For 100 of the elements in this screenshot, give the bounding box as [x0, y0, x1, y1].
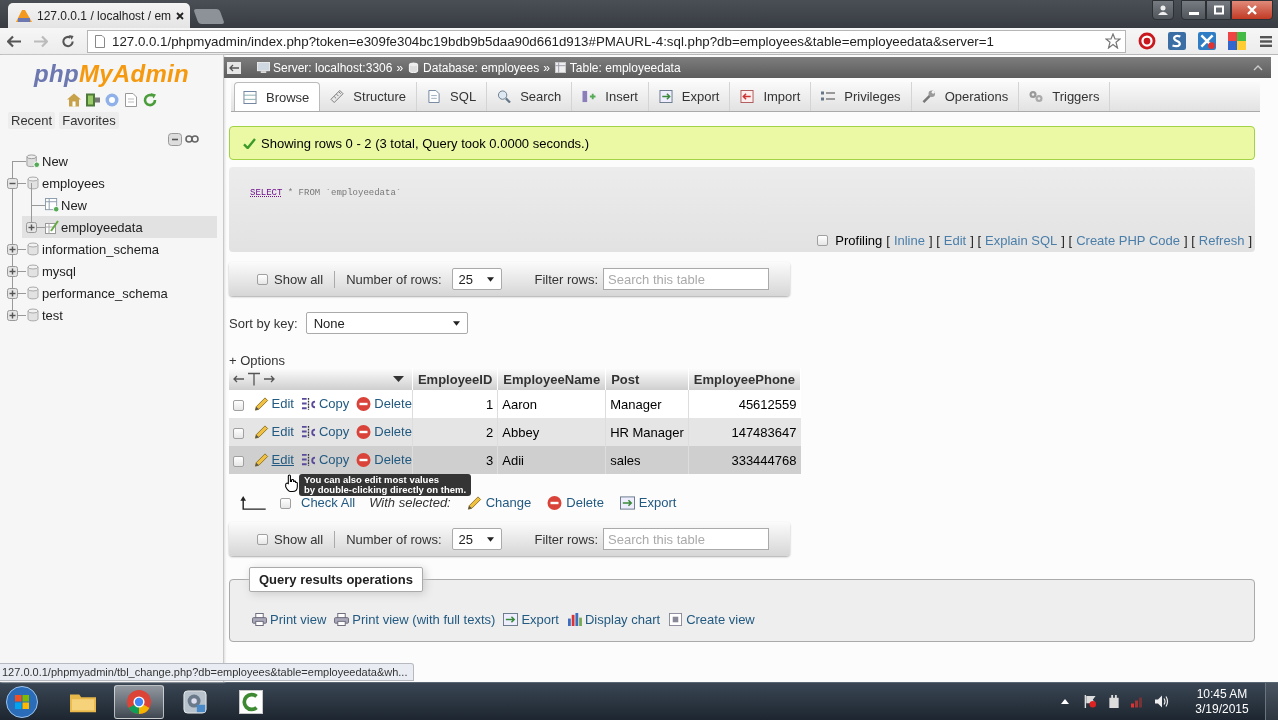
- edit-link[interactable]: Edit: [253, 453, 294, 467]
- arrow-left-icon[interactable]: [227, 61, 241, 74]
- column-move-icon[interactable]: [233, 372, 275, 386]
- edit-link[interactable]: Edit: [253, 397, 294, 411]
- plus-toggle-icon[interactable]: [26, 221, 37, 233]
- tab[interactable]: SQL: [419, 82, 488, 111]
- delete-link[interactable]: Delete: [547, 496, 604, 510]
- show-desktop-button[interactable]: [1265, 683, 1278, 720]
- print-view-link[interactable]: Print view: [252, 612, 327, 627]
- rows-select[interactable]: 25: [451, 268, 502, 290]
- close-window-button[interactable]: [1231, 0, 1273, 20]
- column-header[interactable]: EmployeeName: [497, 368, 606, 390]
- edit-link[interactable]: Edit: [253, 425, 294, 439]
- tab[interactable]: Browse: [234, 82, 321, 111]
- tree-item[interactable]: employees: [0, 172, 223, 194]
- create-view-link[interactable]: Create view: [668, 612, 755, 627]
- tree-item[interactable]: information_schema: [0, 238, 223, 260]
- ring-extension-icon[interactable]: [1138, 32, 1156, 50]
- tree-item[interactable]: test: [0, 304, 223, 326]
- collapse-all-icon[interactable]: [168, 132, 182, 146]
- delete-link[interactable]: Delete: [356, 425, 412, 439]
- export-link[interactable]: Export: [619, 496, 677, 510]
- close-icon[interactable]: [176, 11, 185, 20]
- reload-icon[interactable]: [142, 93, 157, 107]
- tab[interactable]: Import: [732, 82, 812, 111]
- options-link[interactable]: + Options: [229, 353, 285, 368]
- plug-icon[interactable]: [1107, 695, 1121, 708]
- column-header[interactable]: EmployeePhone: [688, 368, 801, 390]
- caret-icon[interactable]: [392, 376, 404, 382]
- sql-keyword-link[interactable]: SELECT: [250, 188, 283, 198]
- row-checkbox[interactable]: [232, 399, 244, 411]
- tab[interactable]: Privileges: [813, 82, 912, 111]
- change-link[interactable]: Change: [466, 496, 532, 510]
- tab[interactable]: Search: [489, 82, 573, 111]
- menu-icon[interactable]: [1260, 35, 1272, 47]
- up-triangle-icon[interactable]: [1061, 699, 1069, 704]
- speaker-icon[interactable]: [1155, 695, 1169, 708]
- profiling-link[interactable]: Inline: [893, 233, 925, 248]
- print-view-link[interactable]: Print view (with full texts): [334, 612, 496, 627]
- link-icon[interactable]: [185, 135, 199, 143]
- sort-select[interactable]: None: [305, 312, 468, 334]
- panel-button[interactable]: Favorites: [59, 112, 119, 129]
- plus-toggle-icon[interactable]: [7, 309, 18, 321]
- back-icon[interactable]: [7, 34, 21, 48]
- delete-link[interactable]: Delete: [356, 453, 412, 467]
- browser-tab[interactable]: 127.0.0.1 / localhost / em: [8, 3, 190, 28]
- rows-select[interactable]: 25: [451, 528, 502, 550]
- chevron-up-icon[interactable]: [1253, 64, 1263, 71]
- profiling-checkbox[interactable]: [817, 235, 829, 246]
- check-all-label[interactable]: Check All: [301, 496, 356, 510]
- plus-toggle-icon[interactable]: [7, 265, 18, 277]
- profile-button[interactable]: [1152, 0, 1174, 20]
- display-chart-link[interactable]: Display chart: [567, 612, 661, 627]
- wave-extension-icon[interactable]: [1168, 32, 1186, 50]
- tree-item[interactable]: mysql: [0, 260, 223, 282]
- panel-button[interactable]: Recent: [8, 112, 56, 129]
- minus-toggle-icon[interactable]: [7, 177, 18, 189]
- check-all-checkbox[interactable]: [280, 497, 291, 509]
- door-icon[interactable]: [85, 93, 100, 107]
- new-tab-button[interactable]: [193, 9, 225, 24]
- tab[interactable]: Operations: [913, 82, 1020, 111]
- copy-link[interactable]: Copy: [300, 425, 350, 439]
- show-all-checkbox[interactable]: [257, 533, 268, 545]
- tree-item[interactable]: New: [0, 150, 223, 172]
- row-checkbox[interactable]: [232, 455, 244, 467]
- signal-icon[interactable]: [1131, 695, 1145, 708]
- clock-date[interactable]: 3/19/2015: [1195, 701, 1249, 717]
- breadcrumb-link[interactable]: Table: employeedata: [569, 60, 681, 75]
- copy-link[interactable]: Copy: [300, 453, 350, 467]
- show-all-checkbox[interactable]: [257, 273, 268, 285]
- tab[interactable]: Structure: [322, 82, 418, 111]
- filter-field[interactable]: Search this table: [603, 268, 770, 290]
- taskbar-button[interactable]: [114, 684, 164, 719]
- address-field[interactable]: 127.0.0.1/phpmyadmin/index.php?token=e309fe304bc19bdb9b5daa90d661d913#PMAURL-4:sql.php?db=employees&table=employeedata&server=1: [87, 29, 1126, 53]
- tab[interactable]: Insert: [574, 82, 649, 111]
- start-button[interactable]: [4, 683, 40, 720]
- delete-link[interactable]: Delete: [356, 397, 412, 411]
- tab[interactable]: Export: [650, 82, 731, 111]
- star-icon[interactable]: [1105, 33, 1121, 49]
- profiling-link[interactable]: Explain SQL: [985, 233, 1058, 248]
- document-icon[interactable]: [123, 93, 138, 107]
- breadcrumb-link[interactable]: Server: localhost:3306: [273, 60, 393, 75]
- tree-item[interactable]: employeedata: [22, 216, 217, 238]
- plus-toggle-icon[interactable]: [7, 243, 18, 255]
- reload-icon[interactable]: [61, 34, 75, 48]
- breadcrumb-link[interactable]: Database: employees: [423, 60, 540, 75]
- cross-extension-icon[interactable]: [1198, 32, 1216, 50]
- copy-link[interactable]: Copy: [300, 397, 350, 411]
- export-link[interactable]: Export: [503, 612, 559, 627]
- clock-time[interactable]: 10:45 AM: [1196, 686, 1248, 702]
- tree-item[interactable]: New: [22, 194, 217, 216]
- tree-item[interactable]: performance_schema: [0, 282, 223, 304]
- maximize-button[interactable]: [1206, 0, 1231, 20]
- minimize-button[interactable]: [1181, 0, 1206, 20]
- plus-toggle-icon[interactable]: [7, 287, 18, 299]
- grid-extension-icon[interactable]: [1228, 32, 1246, 50]
- filter-field[interactable]: Search this table: [603, 528, 770, 550]
- column-header[interactable]: EmployeeID: [412, 368, 498, 390]
- tab[interactable]: Triggers: [1021, 82, 1111, 111]
- row-checkbox[interactable]: [232, 427, 244, 439]
